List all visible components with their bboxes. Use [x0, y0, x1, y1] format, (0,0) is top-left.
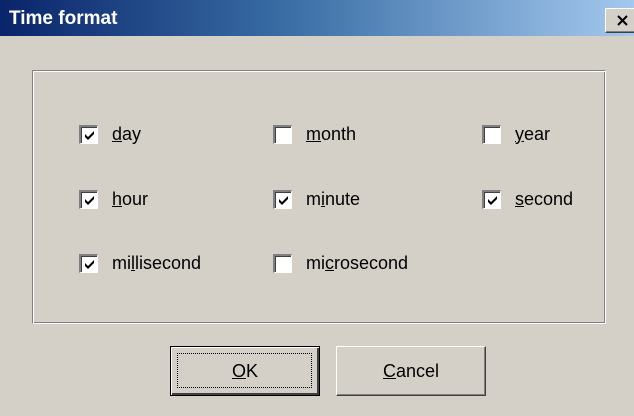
checkbox-label: hour [112, 188, 149, 209]
checkbox-box[interactable] [273, 124, 292, 144]
checkbox-label: minute [306, 188, 361, 209]
cancel-button[interactable]: Cancel [336, 346, 486, 396]
check-icon [85, 130, 94, 140]
checkbox-label: day [112, 123, 142, 144]
focus-rect [177, 353, 312, 388]
checkbox-millisecond[interactable]: millisecond [79, 250, 201, 276]
checkbox-day[interactable]: day [79, 121, 141, 147]
checkbox-minute[interactable]: minute [273, 186, 360, 212]
close-icon [617, 15, 628, 26]
checkbox-label: second [515, 188, 574, 209]
time-format-dialog: Time format day month year hour minute s… [0, 0, 634, 416]
ok-button[interactable]: OK [170, 346, 320, 396]
checkbox-box[interactable] [79, 189, 98, 209]
checkbox-box[interactable] [79, 124, 98, 144]
check-icon [279, 195, 288, 205]
checkbox-hour[interactable]: hour [79, 186, 148, 212]
checkbox-label: millisecond [112, 252, 202, 273]
close-button[interactable] [605, 8, 634, 33]
checkbox-label: microsecond [306, 252, 409, 273]
checkbox-microsecond[interactable]: microsecond [273, 250, 408, 276]
checkbox-box[interactable] [79, 253, 98, 273]
checkbox-box[interactable] [273, 253, 292, 273]
checkbox-box[interactable] [273, 189, 292, 209]
dialog-title: Time format [9, 8, 118, 29]
title-bar[interactable]: Time format [0, 0, 634, 36]
checkbox-box[interactable] [482, 189, 501, 209]
checkbox-year[interactable]: year [482, 121, 550, 147]
check-icon [488, 195, 497, 205]
checkbox-label: year [515, 123, 551, 144]
checkbox-month[interactable]: month [273, 121, 356, 147]
check-icon [85, 195, 94, 205]
checkbox-box[interactable] [482, 124, 501, 144]
checkbox-second[interactable]: second [482, 186, 573, 212]
check-icon [85, 259, 94, 269]
checkbox-label: month [306, 123, 357, 144]
